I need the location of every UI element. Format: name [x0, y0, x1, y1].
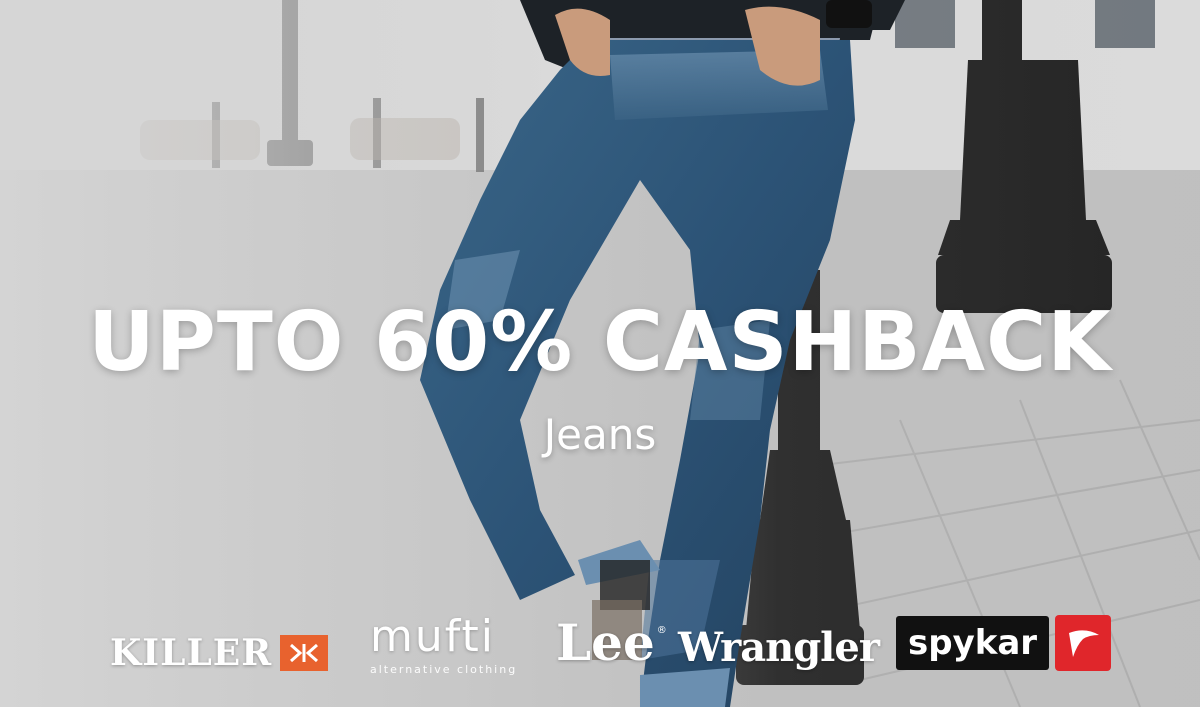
- brand-lee[interactable]: Lee ®: [556, 608, 667, 678]
- spykar-logo-text: spykar: [896, 616, 1050, 670]
- promo-banner[interactable]: UPTO 60% CASHBACK Jeans KILLER mufti alt…: [0, 0, 1200, 707]
- killer-logo-text: KILLER: [110, 632, 273, 674]
- brand-strip: KILLER mufti alternative clothing Lee ® …: [0, 600, 1200, 680]
- spykar-swoosh-icon: [1055, 615, 1112, 671]
- killer-chevron-icon: [280, 635, 329, 671]
- lee-logo-text: Lee: [556, 613, 655, 672]
- mufti-logo-text: mufti: [370, 610, 495, 662]
- mufti-tagline: alternative clothing: [370, 662, 518, 676]
- cashback-headline: UPTO 60% CASHBACK: [88, 295, 1112, 390]
- brand-spykar[interactable]: spykar: [896, 608, 1112, 678]
- wrangler-logo-text: Wrangler: [678, 623, 880, 671]
- brand-killer[interactable]: KILLER: [110, 618, 329, 688]
- category-subhead: Jeans: [543, 410, 657, 459]
- brand-mufti[interactable]: mufti alternative clothing: [370, 610, 517, 680]
- registered-mark: ®: [656, 624, 667, 636]
- brand-wrangler[interactable]: Wrangler: [678, 612, 880, 682]
